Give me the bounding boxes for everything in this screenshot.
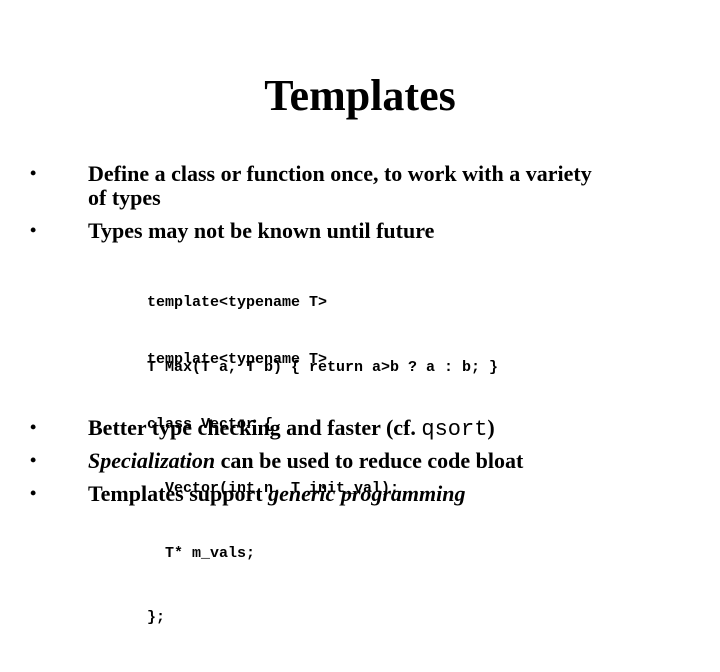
bullet-text: Better type checking and faster (cf. <box>88 415 422 440</box>
emphasis-specialization: Specialization <box>88 448 216 473</box>
bullet-text: Templates support <box>88 481 269 506</box>
bullet-text-line: Better type checking and faster (cf. qso… <box>88 416 495 441</box>
inline-code-qsort: qsort <box>421 417 488 442</box>
bullet-text: ) <box>487 415 495 440</box>
bullet-text: can be used to reduce code bloat <box>215 448 524 473</box>
slide-title: Templates <box>264 71 456 120</box>
bullet-text-line: of types <box>88 185 161 210</box>
bullet-marker: • <box>30 220 37 240</box>
bullet-marker: • <box>30 450 37 470</box>
bullet-marker: • <box>30 417 37 437</box>
bullet-text-line: Specialization can be used to reduce cod… <box>88 449 523 472</box>
bullet-marker: • <box>30 163 37 183</box>
emphasis-generic-programming: generic programming <box>268 481 466 506</box>
bullet-marker: • <box>30 483 37 503</box>
code-line: T* m_vals; <box>147 544 256 562</box>
code-line: }; <box>147 609 166 626</box>
bullet-text-line: Types may not be known until future <box>88 218 435 243</box>
bullet-text-line: Templates support generic programming <box>88 482 466 505</box>
code-line: template<typename T> <box>147 351 328 368</box>
bullet-text-line: Define a class or function once, to work… <box>88 161 592 186</box>
